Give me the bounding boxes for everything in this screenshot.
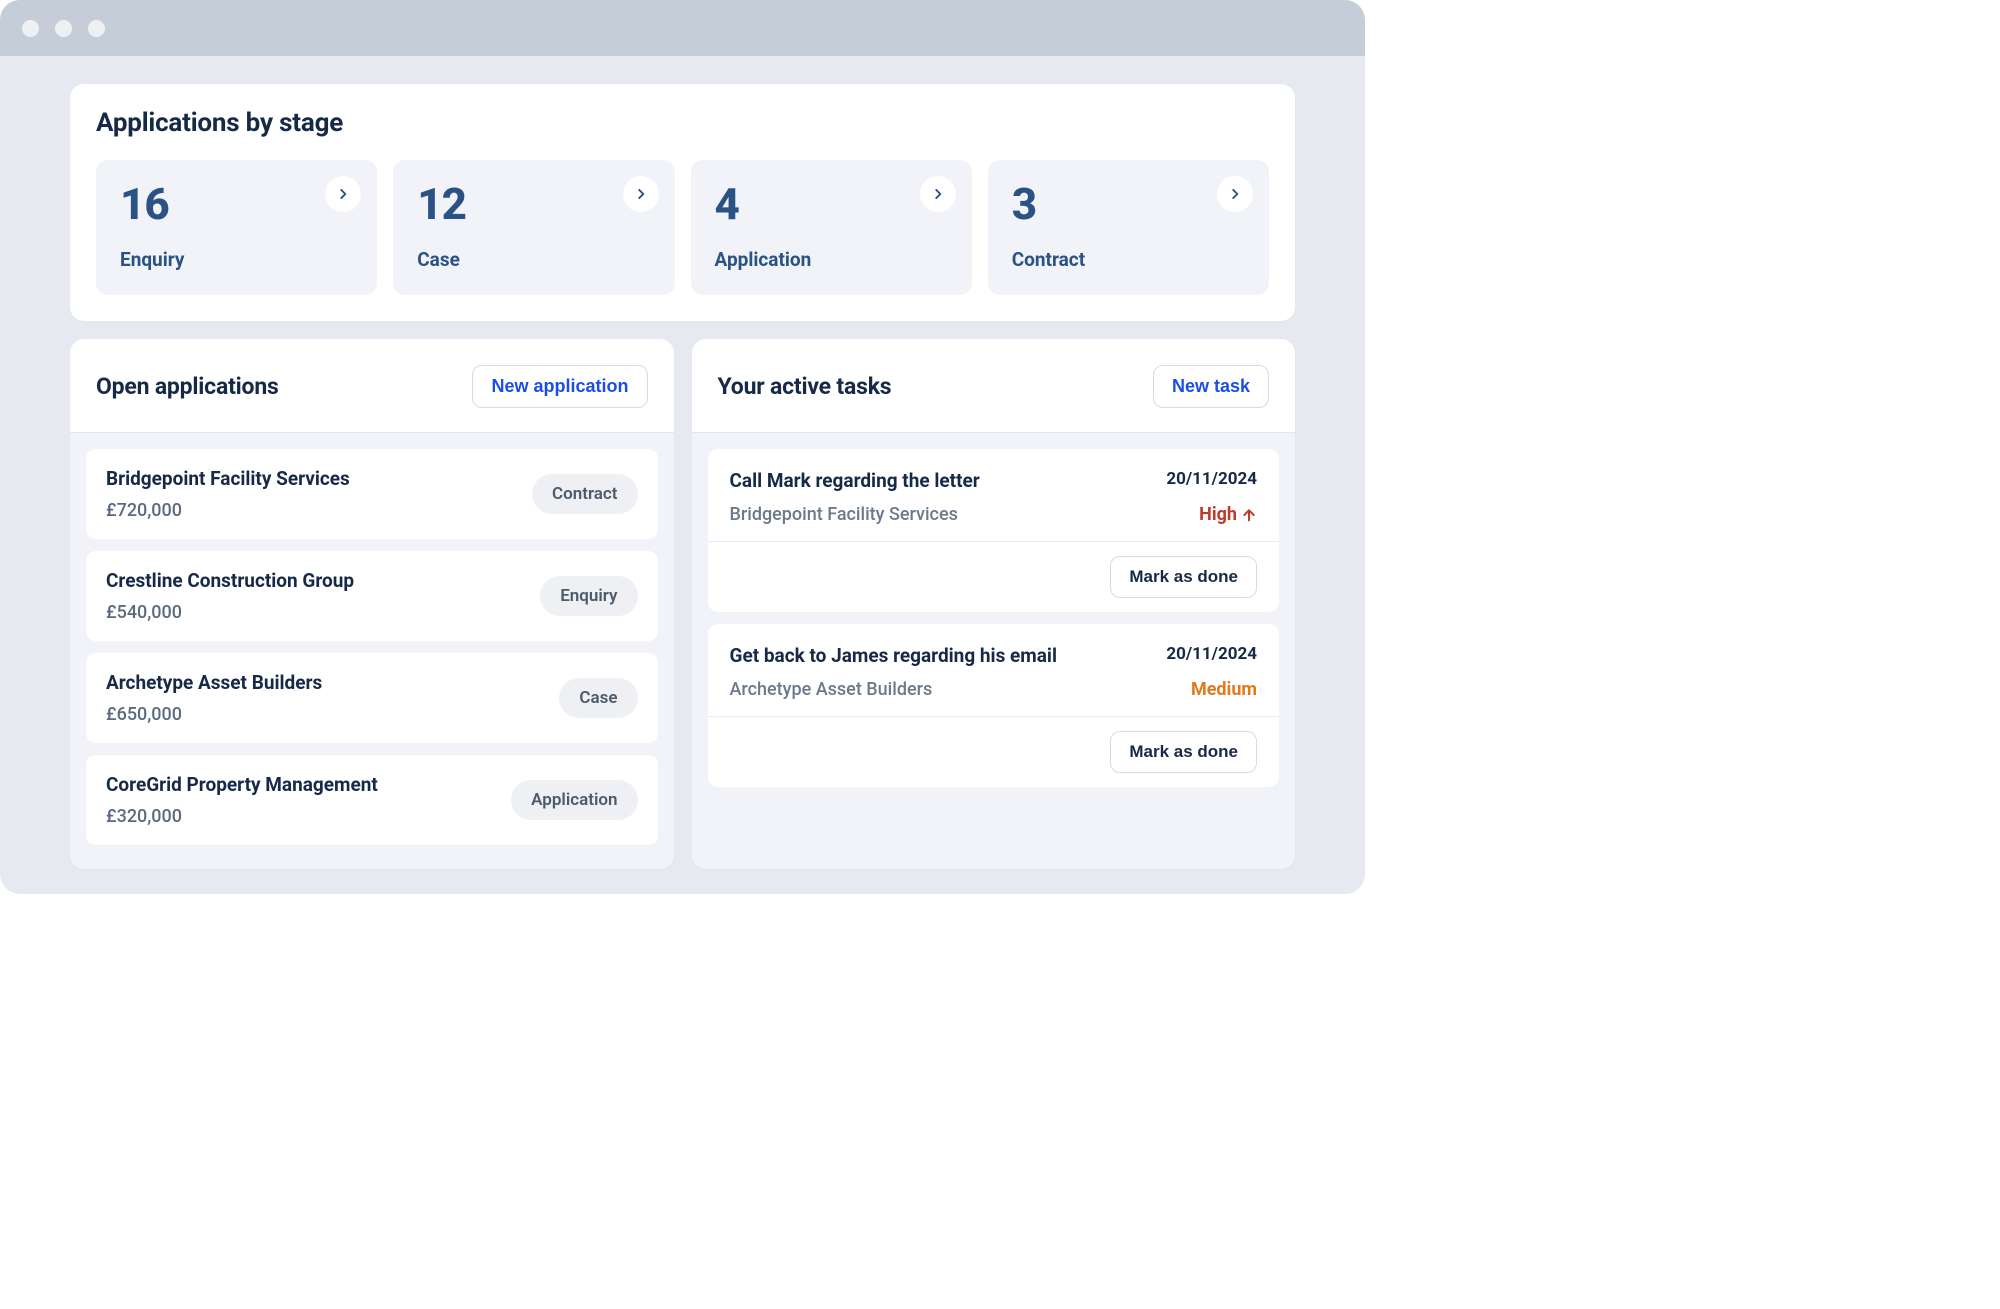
active-tasks-title: Your active tasks (718, 373, 892, 400)
applications-by-stage-panel: Applications by stage 16 Enquiry 12 Case (70, 84, 1295, 321)
task-date: 20/11/2024 (1166, 644, 1257, 664)
stage-count: 3 (1012, 182, 1245, 226)
stage-label: Application (715, 248, 948, 271)
chevron-right-icon (920, 176, 956, 212)
task-item[interactable]: Get back to James regarding his email 20… (708, 624, 1280, 787)
application-stage-pill: Case (559, 678, 637, 718)
application-stage-pill: Enquiry (540, 576, 637, 616)
stage-count: 16 (120, 182, 353, 226)
task-priority: Medium (1191, 679, 1257, 700)
application-amount: £650,000 (106, 704, 322, 725)
stage-card-contract[interactable]: 3 Contract (988, 160, 1269, 295)
new-application-button[interactable]: New application (472, 365, 647, 408)
task-org: Bridgepoint Facility Services (730, 504, 958, 525)
task-title: Get back to James regarding his email (730, 644, 1058, 667)
application-item[interactable]: Archetype Asset Builders £650,000 Case (86, 653, 658, 743)
stage-label: Case (417, 248, 650, 271)
stage-count: 4 (715, 182, 948, 226)
application-name: Crestline Construction Group (106, 569, 354, 592)
application-stage-pill: Contract (532, 474, 637, 514)
task-title: Call Mark regarding the letter (730, 469, 980, 492)
new-task-button[interactable]: New task (1153, 365, 1269, 408)
stages-title: Applications by stage (96, 108, 1269, 138)
chevron-right-icon (325, 176, 361, 212)
stage-card-enquiry[interactable]: 16 Enquiry (96, 160, 377, 295)
application-amount: £320,000 (106, 806, 378, 827)
window-control-dot[interactable] (88, 20, 105, 37)
open-applications-list[interactable]: Bridgepoint Facility Services £720,000 C… (70, 433, 674, 869)
stage-count: 12 (417, 182, 650, 226)
application-amount: £540,000 (106, 602, 354, 623)
application-name: Archetype Asset Builders (106, 671, 322, 694)
application-name: Bridgepoint Facility Services (106, 467, 350, 490)
app-window: Applications by stage 16 Enquiry 12 Case (0, 0, 1365, 894)
application-amount: £720,000 (106, 500, 350, 521)
application-name: CoreGrid Property Management (106, 773, 378, 796)
mark-as-done-button[interactable]: Mark as done (1110, 556, 1257, 598)
task-org: Archetype Asset Builders (730, 679, 933, 700)
application-item[interactable]: Crestline Construction Group £540,000 En… (86, 551, 658, 641)
application-item[interactable]: CoreGrid Property Management £320,000 Ap… (86, 755, 658, 845)
stage-card-case[interactable]: 12 Case (393, 160, 674, 295)
window-control-dot[interactable] (55, 20, 72, 37)
active-tasks-panel: Your active tasks New task Call Mark reg… (692, 339, 1296, 869)
stage-label: Enquiry (120, 248, 353, 271)
titlebar (0, 0, 1365, 56)
window-control-dot[interactable] (22, 20, 39, 37)
mark-as-done-button[interactable]: Mark as done (1110, 731, 1257, 773)
chevron-right-icon (1217, 176, 1253, 212)
stage-card-application[interactable]: 4 Application (691, 160, 972, 295)
task-priority: High (1199, 504, 1257, 525)
arrow-up-icon (1241, 507, 1257, 523)
task-item[interactable]: Call Mark regarding the letter 20/11/202… (708, 449, 1280, 612)
application-stage-pill: Application (511, 780, 637, 820)
chevron-right-icon (623, 176, 659, 212)
open-applications-title: Open applications (96, 373, 279, 400)
active-tasks-list[interactable]: Call Mark regarding the letter 20/11/202… (692, 433, 1296, 869)
open-applications-panel: Open applications New application Bridge… (70, 339, 674, 869)
application-item[interactable]: Bridgepoint Facility Services £720,000 C… (86, 449, 658, 539)
stage-label: Contract (1012, 248, 1245, 271)
task-date: 20/11/2024 (1166, 469, 1257, 489)
